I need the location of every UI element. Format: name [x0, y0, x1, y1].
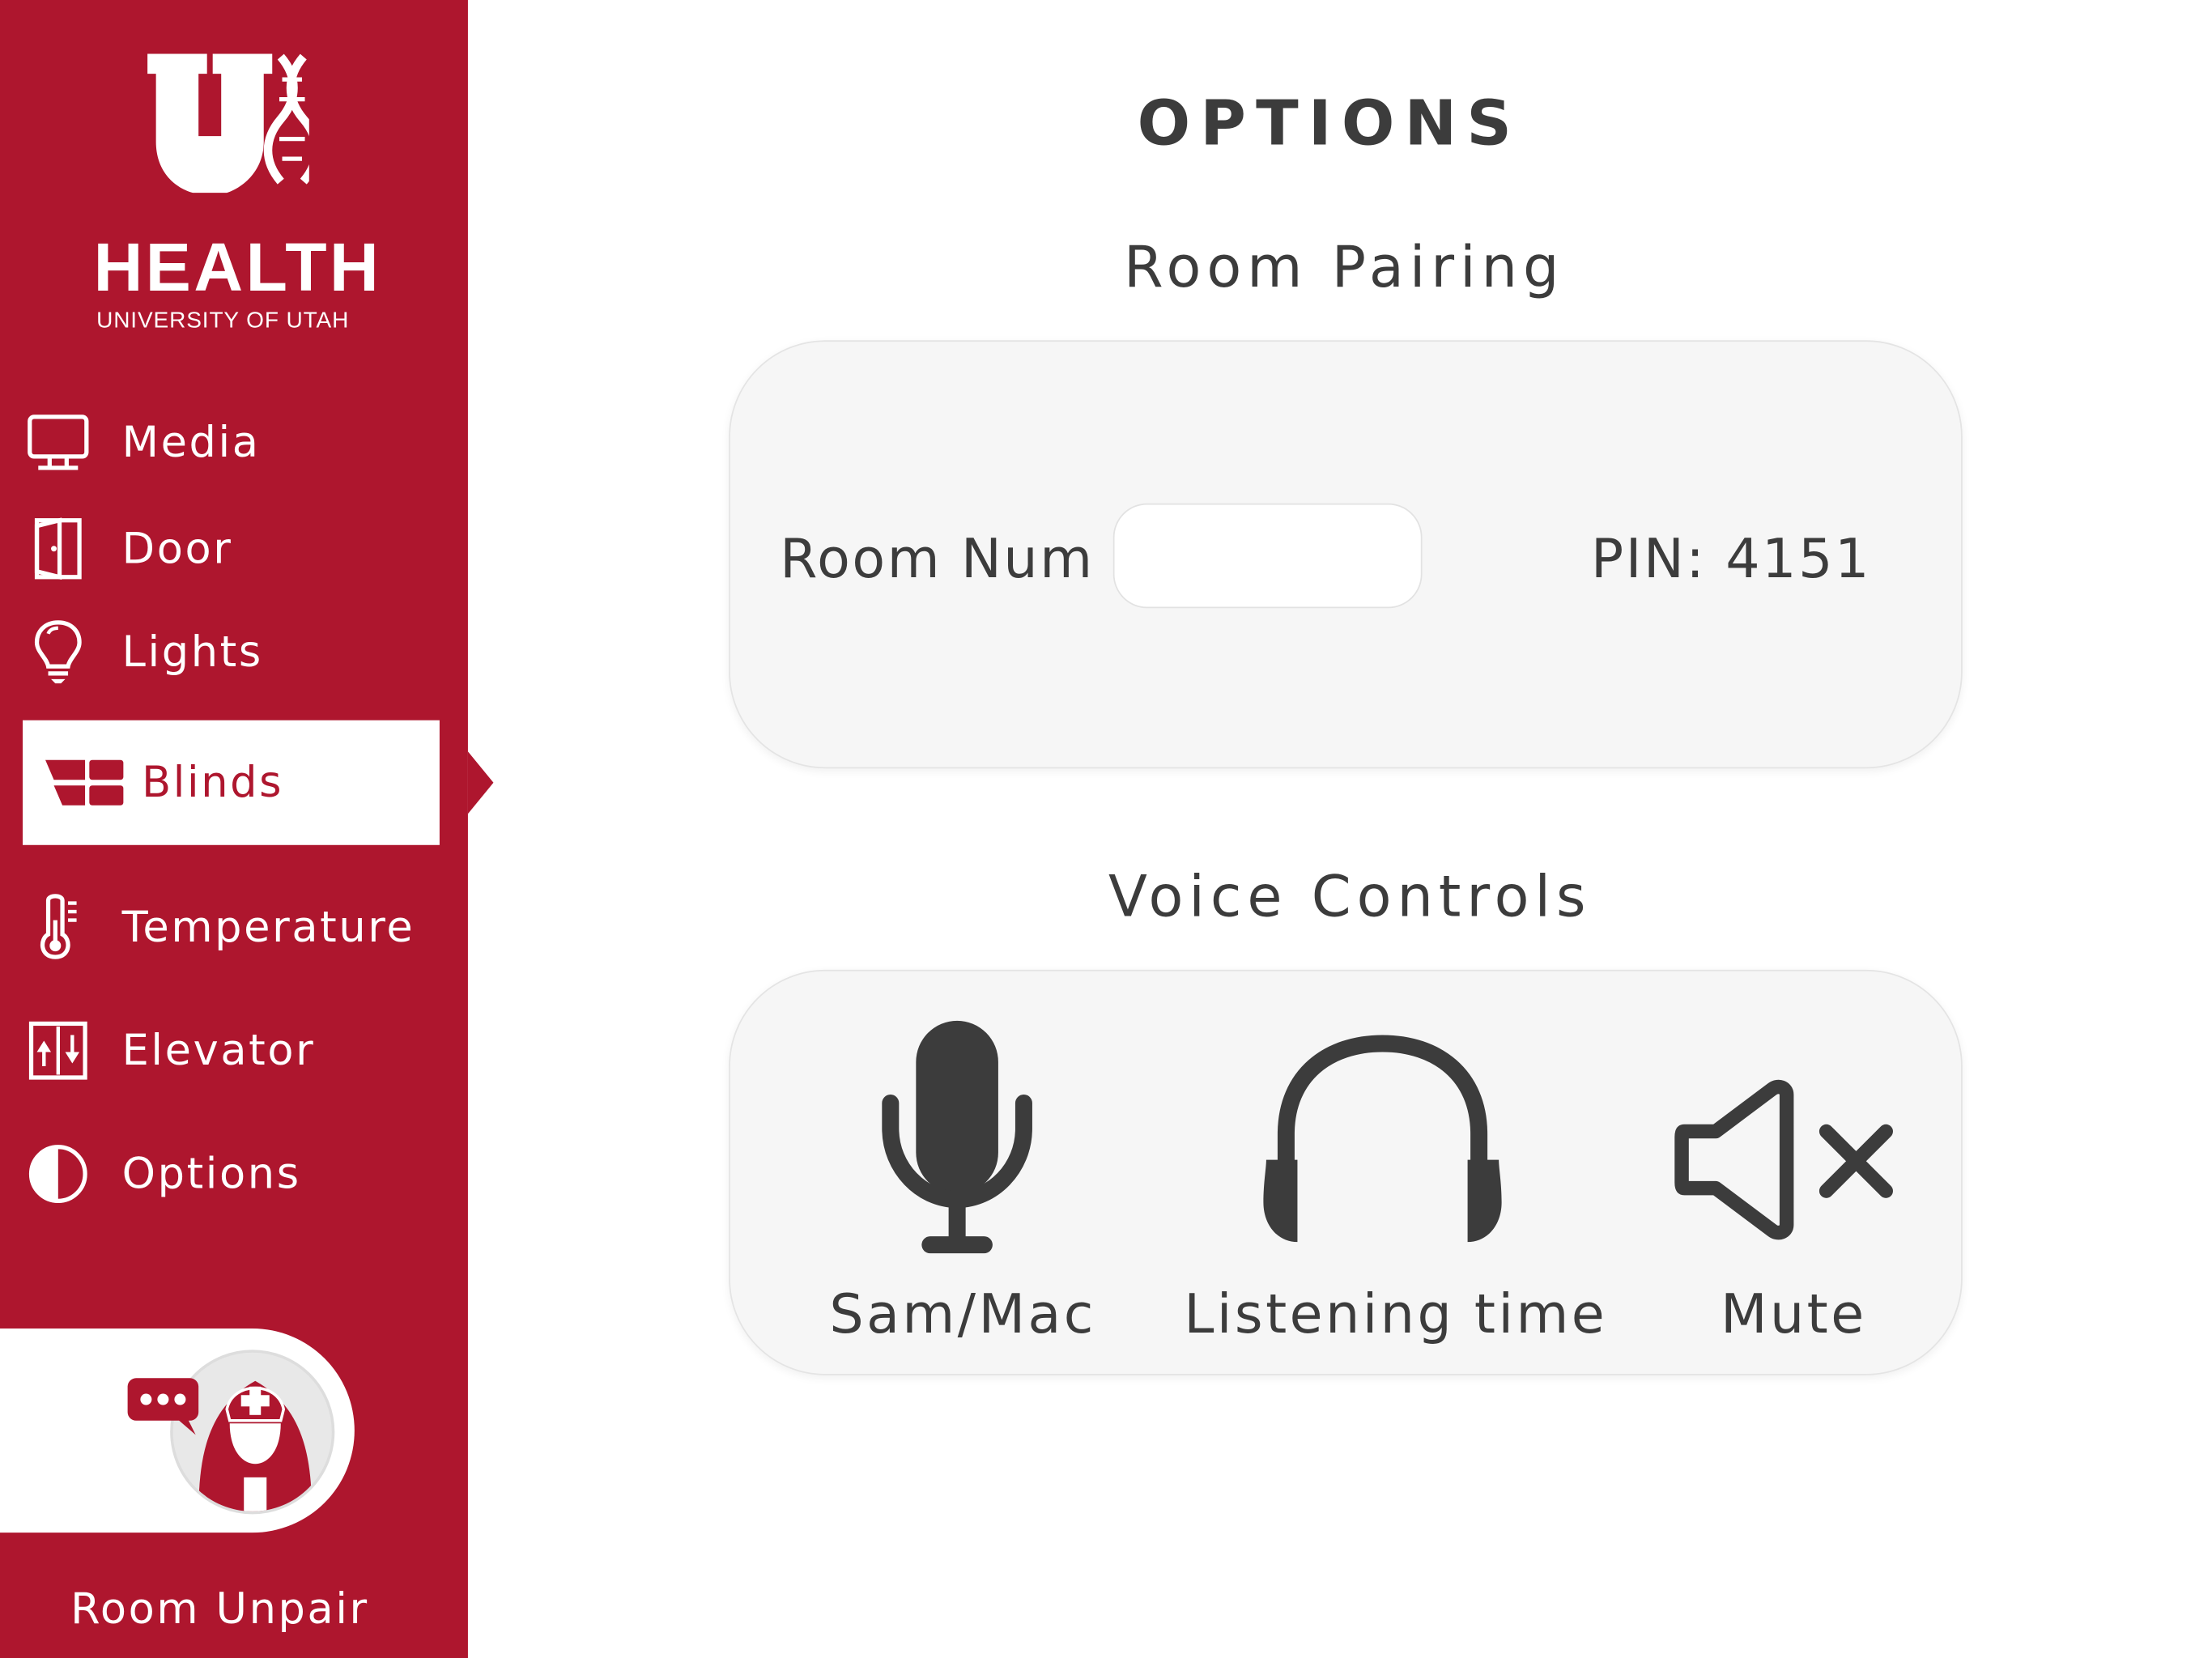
sidebar-item-blinds[interactable]: Blinds — [23, 720, 440, 845]
sidebar-item-door[interactable]: Door — [0, 506, 468, 591]
sam-mac-button[interactable]: Sam/Mac — [814, 993, 1112, 1361]
u-health-logo-icon — [147, 53, 309, 193]
sidebar-item-label: Door — [121, 524, 233, 574]
sidebar-item-temperature[interactable]: Temperature — [0, 885, 468, 970]
sidebar-item-label: Blinds — [142, 758, 284, 808]
active-item-pointer — [467, 751, 494, 814]
speaker-mute-icon — [1659, 993, 1929, 1276]
monitor-icon — [26, 410, 91, 475]
chat-bubble-icon — [127, 1378, 199, 1435]
sidebar: HEALTH UNIVERSITY OF UTAH Media Door Lig… — [0, 0, 494, 1658]
brand-name: HEALTH — [93, 231, 382, 307]
sidebar-item-label: Options — [121, 1149, 301, 1199]
voice-button-label: Mute — [1721, 1282, 1867, 1346]
room-num-label: Room Num — [780, 527, 1095, 590]
university-logo: HEALTH UNIVERSITY OF UTAH — [85, 51, 382, 342]
sidebar-item-label: Lights — [121, 627, 263, 678]
listening-time-button[interactable]: Listening time — [1184, 993, 1608, 1361]
door-icon — [26, 516, 91, 581]
sidebar-item-label: Elevator — [121, 1026, 316, 1076]
sidebar-item-elevator[interactable]: Elevator — [0, 1008, 468, 1093]
sidebar-item-label: Temperature — [121, 902, 415, 952]
sidebar-item-label: Media — [121, 417, 261, 468]
mute-button[interactable]: Mute — [1659, 993, 1929, 1361]
voice-button-label: Listening time — [1184, 1282, 1608, 1346]
sidebar-item-options[interactable]: Options — [0, 1132, 468, 1217]
sidebar-item-lights[interactable]: Lights — [0, 610, 468, 695]
contrast-icon — [26, 1141, 91, 1207]
blinds-icon — [40, 750, 130, 815]
voice-button-label: Sam/Mac — [829, 1282, 1096, 1346]
voice-controls-heading: Voice Controls — [1108, 865, 1592, 930]
pin-text: PIN: 4151 — [1590, 527, 1872, 590]
thermometer-icon — [26, 894, 91, 960]
elevator-icon — [26, 1018, 91, 1083]
room-unpair-button[interactable]: Room Unpair — [0, 1585, 440, 1635]
room-num-input[interactable] — [1112, 503, 1423, 609]
microphone-icon — [814, 993, 1112, 1276]
lightbulb-icon — [26, 619, 91, 685]
brand-subtitle: UNIVERSITY OF UTAH — [96, 308, 350, 334]
page-title: OPTIONS — [1137, 87, 1522, 160]
room-pairing-heading: Room Pairing — [1124, 235, 1565, 301]
sidebar-item-media[interactable]: Media — [0, 400, 468, 485]
headphones-icon — [1184, 993, 1580, 1276]
